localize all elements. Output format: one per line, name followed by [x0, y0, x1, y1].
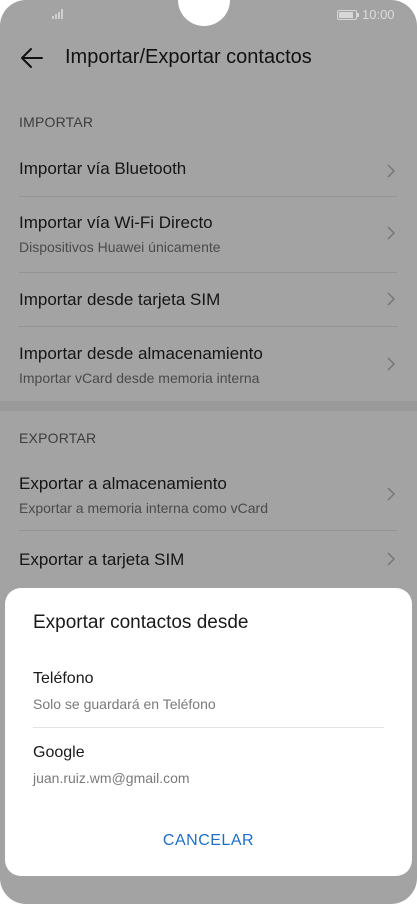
option-google[interactable]: Google juan.ruiz.wm@gmail.com [5, 734, 412, 800]
chevron-right-icon [387, 552, 396, 566]
status-time: 10:00 [362, 7, 395, 22]
app-bar: Importar/Exportar contactos [0, 30, 417, 86]
export-sim-item[interactable]: Exportar a tarjeta SIM [0, 531, 417, 587]
dialog-title: Exportar contactos desde [33, 612, 249, 633]
chevron-right-icon [387, 292, 396, 306]
chevron-right-icon [387, 357, 396, 371]
section-separator [0, 401, 417, 411]
item-subtitle: Dispositivos Huawei únicamente [19, 239, 221, 255]
chevron-right-icon [387, 164, 396, 178]
chevron-right-icon [387, 226, 396, 240]
cancel-button[interactable]: CANCELAR [5, 832, 412, 850]
status-bar: 10:00 [0, 0, 417, 30]
signal-bars-icon [52, 9, 68, 19]
import-bluetooth-item[interactable]: Importar vía Bluetooth [0, 146, 417, 196]
battery-icon [337, 10, 359, 20]
option-telefono[interactable]: Teléfono Solo se guardará en Teléfono [5, 660, 412, 726]
import-wifi-direct-item[interactable]: Importar vía Wi-Fi Directo Dispositivos … [0, 197, 417, 261]
export-source-dialog: Exportar contactos desde Teléfono Solo s… [5, 588, 412, 876]
option-subtitle: juan.ruiz.wm@gmail.com [33, 770, 190, 786]
import-storage-item[interactable]: Importar desde almacenamiento Importar v… [0, 327, 417, 401]
import-sim-item[interactable]: Importar desde tarjeta SIM [0, 273, 417, 325]
section-label-export: EXPORTAR [19, 430, 97, 446]
item-title: Importar vía Bluetooth [19, 159, 187, 178]
item-title: Importar desde tarjeta SIM [19, 290, 221, 309]
item-title: Importar vía Wi-Fi Directo [19, 213, 213, 232]
option-title: Google [33, 744, 85, 761]
item-title: Importar desde almacenamiento [19, 344, 263, 363]
camera-notch [178, 0, 230, 26]
page-title: Importar/Exportar contactos [65, 46, 312, 68]
screen: 10:00 Importar/Exportar contactos IMPORT… [0, 0, 417, 904]
item-title: Exportar a tarjeta SIM [19, 550, 185, 569]
option-title: Teléfono [33, 670, 94, 687]
item-subtitle: Exportar a memoria interna como vCard [19, 500, 268, 516]
arrow-left-icon[interactable] [18, 44, 46, 72]
item-title: Exportar a almacenamiento [19, 474, 227, 493]
export-storage-item[interactable]: Exportar a almacenamiento Exportar a mem… [0, 460, 417, 530]
chevron-right-icon [387, 487, 396, 501]
divider [33, 727, 384, 728]
item-subtitle: Importar vCard desde memoria interna [19, 370, 260, 386]
section-label-import: IMPORTAR [19, 114, 94, 130]
option-subtitle: Solo se guardará en Teléfono [33, 696, 216, 712]
